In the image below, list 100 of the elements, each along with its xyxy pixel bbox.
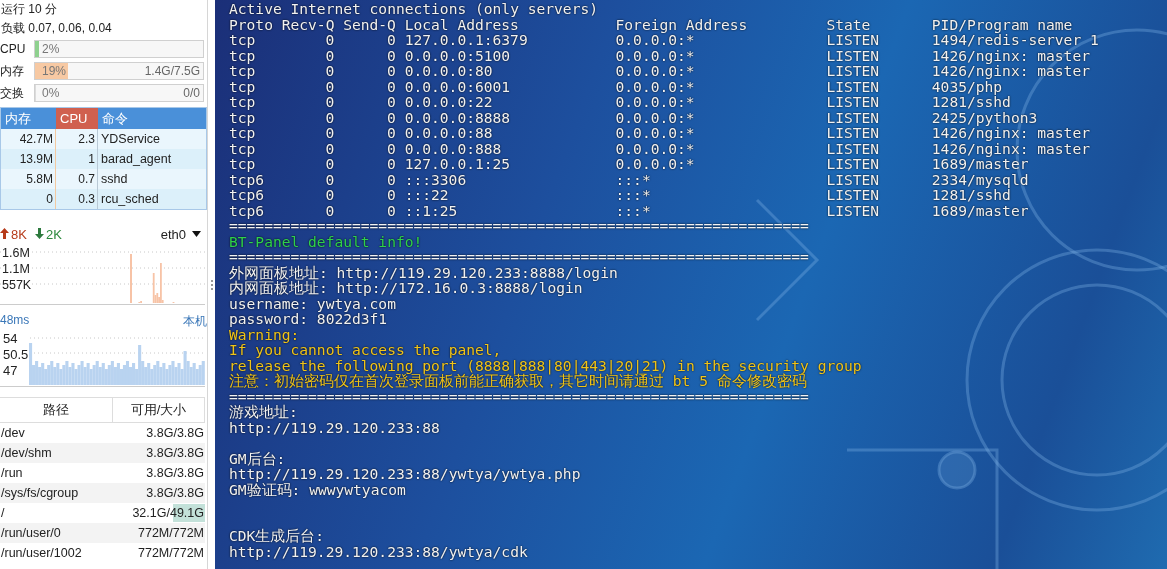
column-header: Recv-Q — [281, 16, 335, 32]
column-header[interactable]: 可用/大小 — [113, 398, 205, 423]
table-cell-text: :::3306 — [404, 171, 468, 187]
terminal-line: 游戏地址: — [229, 404, 299, 420]
table-cell-text: 0.0.0.0:* — [615, 156, 696, 172]
arrow-down-icon — [34, 227, 44, 239]
table-cell-text: 0.0.0.0:6001 — [404, 78, 512, 94]
table-cell: YDService — [98, 129, 206, 149]
table-cell-text: 0 — [324, 187, 335, 203]
divider-line: ================================================================== — [229, 218, 810, 234]
table-cell-text: 0 — [386, 78, 397, 94]
table-cell-text: tcp6 — [229, 202, 266, 218]
table-cell-text: 0 — [387, 32, 397, 48]
table-cell: /run/user/0 — [0, 523, 113, 543]
table-cell: 1 — [56, 149, 98, 169]
table-cell-text: tcp — [229, 125, 257, 141]
table-cell-text: 0 — [386, 63, 397, 79]
table-cell-text: 127.0.0.1:6379 — [404, 32, 529, 48]
latency-reading: 48ms — [0, 313, 30, 329]
resize-handle-icon[interactable] — [210, 279, 213, 290]
table-cell-text: 0 — [386, 94, 397, 110]
terminal-line: GM后台: — [229, 450, 287, 466]
table-cell-text: 1426/nginx: master — [931, 47, 1091, 63]
meter-detail: 1.4G/7.5G — [143, 64, 201, 78]
table-cell-text: 1281/sshd — [931, 187, 1011, 203]
table-cell-text: LISTEN — [826, 32, 881, 48]
terminal-line: password: 8022d3f1 — [229, 311, 388, 327]
table-cell-text: LISTEN — [826, 94, 881, 110]
table-cell-text: tcp — [229, 63, 257, 79]
table-cell-text: 0.0.0.0:888 — [404, 140, 503, 156]
table-cell: barad_agent — [98, 149, 206, 169]
column-header: Foreign Address — [615, 16, 749, 32]
table-cell: 772M/772M — [113, 523, 205, 543]
table-cell-text: 0.0.0.0:80 — [404, 63, 494, 79]
table-cell-text: 0 — [324, 94, 335, 110]
table-cell-text: LISTEN — [826, 125, 881, 141]
divider-line: ================================================================== — [229, 388, 810, 404]
table-cell: rcu_sched — [98, 189, 206, 209]
column-header: Local Address — [404, 16, 520, 32]
table-cell: 0.3 — [56, 189, 98, 209]
table-cell-text: 2334/mysqld — [931, 171, 1030, 187]
table-cell-text: 0 — [324, 156, 335, 172]
table-cell-text: tcp — [229, 156, 257, 172]
table-cell-text: LISTEN — [826, 78, 881, 94]
table-cell: 0.7 — [56, 169, 98, 189]
terminal-line: 外网面板地址: http://119.29.120.233:8888/login — [229, 264, 619, 280]
table-cell-text: 0 — [386, 156, 397, 172]
meter-reading: 19% — [41, 64, 68, 78]
meter-label: 内存 — [0, 62, 25, 80]
table-cell-text: :::* — [615, 187, 652, 203]
table-cell-text: tcp — [229, 78, 257, 94]
axis-label: 54 — [3, 331, 19, 347]
table-cell-text: 0 — [386, 125, 397, 141]
terminal-line: Active Internet connections (only servers) — [229, 1, 600, 17]
table-cell-text: LISTEN — [826, 47, 881, 63]
table-cell-text: 1426/nginx: master — [931, 125, 1091, 141]
table-cell-text: 0 — [386, 187, 397, 203]
caret-icon — [192, 231, 201, 237]
table-cell-text: 1494/redis-server 1 — [931, 32, 1100, 48]
column-header[interactable]: 路径 — [0, 398, 113, 423]
table-cell-text: 0 — [324, 63, 335, 79]
table-cell-text: tcp — [229, 94, 257, 110]
table-cell-text: 1689/master — [931, 156, 1030, 172]
terminal-heading: BT-Panel default info! — [229, 233, 424, 249]
table-cell-text: tcp6 — [229, 171, 266, 187]
table-cell: sshd — [98, 169, 206, 189]
terminal-line: CDK生成后台: — [229, 528, 326, 544]
terminal-line: http://119.29.120.233:88/ywtya/cdk — [229, 543, 529, 559]
table-cell-text: 2425/python3 — [931, 109, 1039, 125]
table-cell-text: LISTEN — [826, 171, 881, 187]
table-cell-text: :::* — [615, 171, 652, 187]
table-cell-text: LISTEN — [826, 140, 881, 156]
meter-reading: 0% — [41, 86, 61, 100]
column-header: State — [826, 16, 872, 32]
terminal-line: 内网面板地址: http://172.16.0.3:8888/login — [229, 280, 583, 296]
table-cell-text: 0.0.0.0:* — [615, 32, 696, 48]
load-average-text: 负载 0.07, 0.06, 0.04 — [0, 20, 113, 37]
table-cell-text: 0.0.0.0:* — [615, 47, 696, 63]
meter-label: CPU — [0, 42, 27, 56]
table-cell-text: 0 — [324, 78, 335, 94]
table-cell: 2.3 — [56, 129, 98, 149]
table-cell: 5.8M — [1, 169, 56, 189]
uptime-text: 运行 10 分 — [0, 1, 58, 18]
interface-dropdown[interactable]: eth0 — [160, 226, 207, 242]
table-cell-text: 127.0.0.1:25 — [404, 156, 512, 172]
column-header: Send-Q — [342, 16, 397, 32]
download-rate: 2K — [34, 226, 62, 242]
table-cell-text: 0.0.0.0:* — [615, 125, 696, 141]
table-cell-text: 0.0.0.0:88 — [404, 125, 494, 141]
table-cell-text: 0 — [386, 202, 397, 218]
meter-reading: 2% — [41, 42, 61, 56]
table-cell-text: 0.0.0.0:* — [615, 109, 696, 125]
table-cell-text: tcp — [229, 32, 257, 48]
table-cell-text: LISTEN — [826, 109, 881, 125]
column-header[interactable]: CPU — [56, 108, 98, 129]
table-cell-text: tcp6 — [229, 187, 266, 203]
table-cell-text: tcp — [229, 109, 257, 125]
table-cell-text: 0 — [386, 109, 397, 125]
table-cell: 3.8G/3.8G — [113, 443, 205, 463]
table-cell-text: 0 — [324, 202, 335, 218]
